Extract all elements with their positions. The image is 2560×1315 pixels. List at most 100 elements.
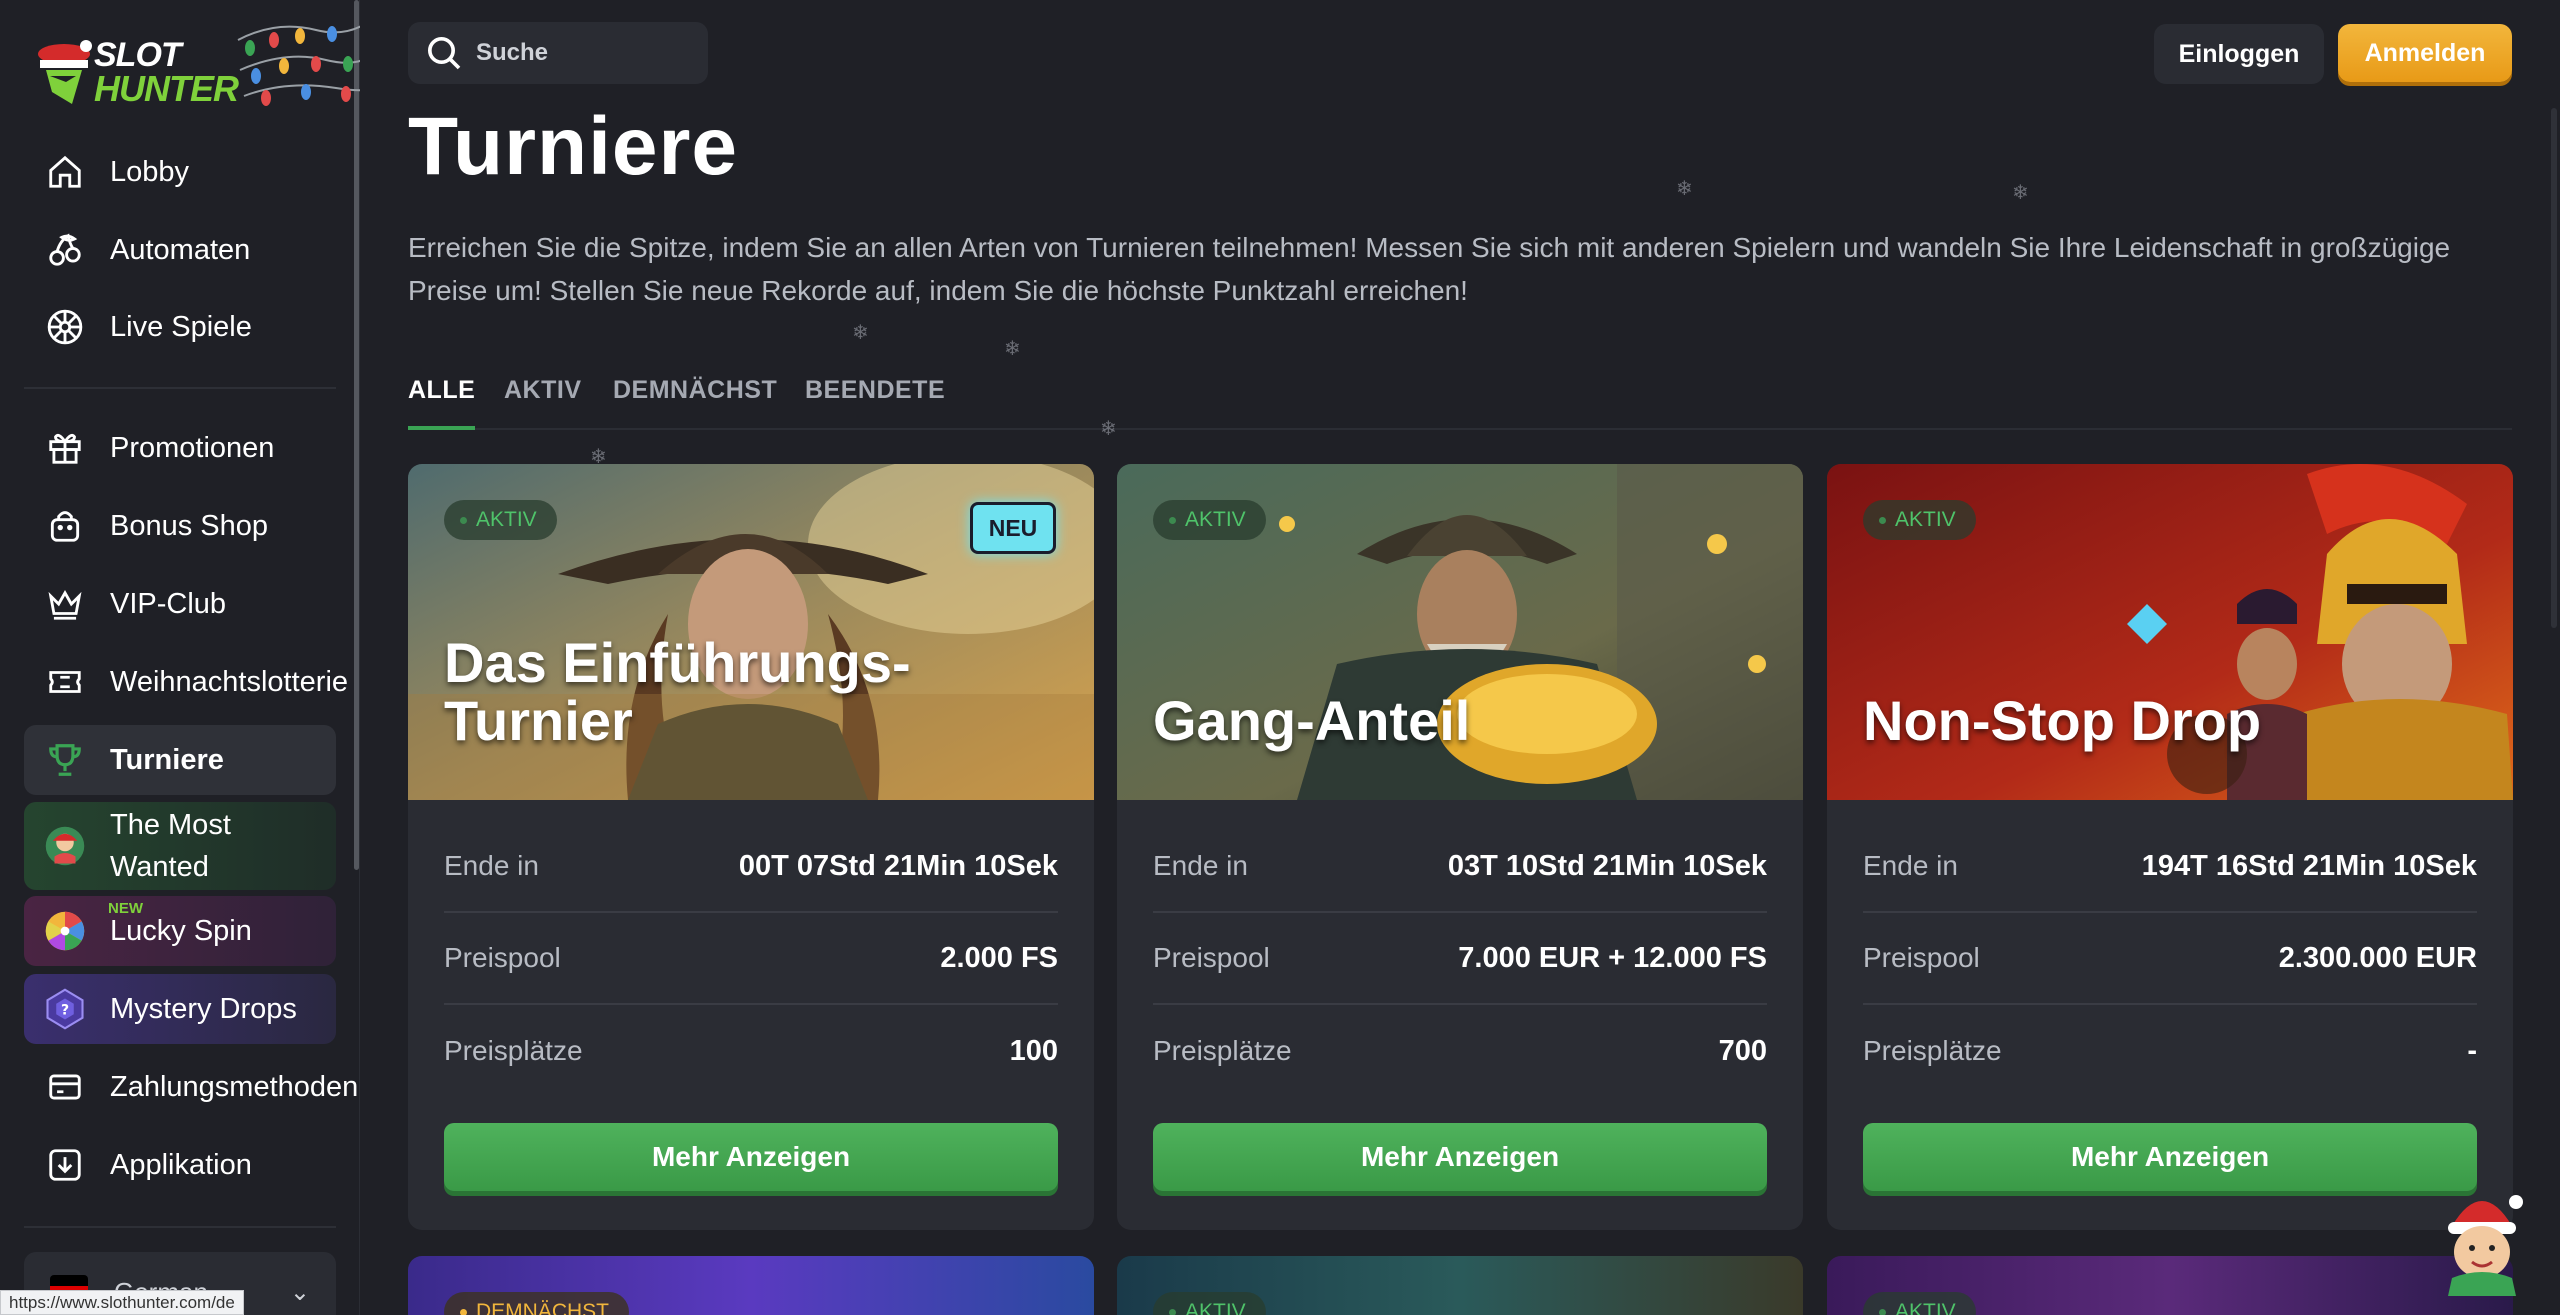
prize-places-label: Preisplätze: [444, 1035, 583, 1066]
sidebar-item-lobby[interactable]: Lobby: [24, 137, 336, 207]
end-label: Ende in: [1863, 850, 1958, 881]
tournament-card[interactable]: AKTIV NEU Das Einführungs-Turnier Ende i…: [408, 464, 1094, 1230]
prize-places-row: Preisplätze 700: [1153, 1005, 1767, 1097]
status-badge: AKTIV: [1153, 500, 1266, 540]
top-bar: Einloggen Anmelden: [360, 0, 2560, 108]
status-badge: AKTIV: [1863, 500, 1976, 540]
sidebar-item-mystery-drops[interactable]: ? Mystery Drops: [24, 974, 336, 1044]
sidebar-item-promotionen[interactable]: Promotionen: [24, 413, 336, 483]
prize-places-row: Preisplätze 100: [444, 1005, 1058, 1097]
sidebar-item-bonus-shop[interactable]: Bonus Shop: [24, 491, 336, 561]
register-button[interactable]: Anmelden: [2338, 24, 2512, 82]
tournament-end-row: Ende in 00T 07Std 21Min 10Sek: [444, 821, 1058, 913]
tab-demnaechst[interactable]: DEMNÄCHST: [613, 372, 777, 430]
sidebar-item-label: Zahlungsmethoden: [110, 1070, 359, 1103]
elf-support-icon: [2448, 1195, 2523, 1296]
gift-icon: [44, 427, 86, 469]
prize-pool-value: 7.000 EUR + 12.000 FS: [1458, 941, 1767, 974]
tournament-title: Non-Stop Drop: [1863, 689, 2262, 752]
main-scrollbar[interactable]: [2551, 108, 2557, 628]
tournament-card[interactable]: AKTIV Gang-Anteil Ende in 03T 10Std 21Mi…: [1117, 464, 1803, 1230]
sidebar-item-label: The Most Wanted: [110, 809, 231, 883]
app: SLOT HUNTER Lobby Automaten Live Spiele …: [0, 0, 2560, 1315]
sidebar-item-lucky-spin[interactable]: NEW Lucky Spin: [24, 896, 336, 966]
prize-places-value: 700: [1718, 1034, 1767, 1067]
show-more-button[interactable]: Mehr Anzeigen: [1863, 1123, 2477, 1191]
end-countdown: 03T 10Std 21Min 10Sek: [1447, 849, 1767, 882]
tournament-banner[interactable]: AKTIV Gang-Anteil: [1117, 464, 1803, 800]
sidebar-item-zahlungsmethoden[interactable]: Zahlungsmethoden: [24, 1052, 358, 1122]
snowflake-icon: ❄: [1004, 338, 1021, 360]
tournament-card[interactable]: AKTIV: [1827, 1256, 2513, 1315]
prize-pool-row: Preispool 2.000 FS: [444, 913, 1058, 1005]
sidebar-scrollbar[interactable]: [354, 0, 359, 870]
tournament-card[interactable]: DEMNÄCHST: [408, 1256, 1094, 1315]
chevron-down-icon: ⌄: [289, 1278, 310, 1306]
tab-aktiv[interactable]: AKTIV: [504, 372, 582, 430]
tab-alle[interactable]: ALLE: [408, 372, 476, 430]
prize-places-label: Preisplätze: [1863, 1035, 2002, 1066]
roulette-icon: [44, 306, 86, 348]
sidebar-item-label: Turniere: [110, 743, 224, 776]
card-icon: [44, 1066, 86, 1108]
sidebar-item-label: Promotionen: [110, 431, 275, 464]
sidebar-item-label: Live Spiele: [110, 310, 252, 343]
sidebar-item-turniere[interactable]: Turniere: [24, 725, 336, 795]
sidebar-item-label: Mystery Drops: [110, 992, 297, 1025]
sidebar-item-label: Lobby: [110, 155, 190, 188]
sidebar-item-label: Automaten: [110, 233, 251, 266]
tournament-card[interactable]: AKTIV Non-Stop Drop Ende in 194T 16Std 2…: [1827, 464, 2513, 1230]
wanted-avatar-icon: [44, 825, 86, 867]
prize-pool-label: Preispool: [1863, 942, 1980, 973]
status-badge: AKTIV: [1863, 1292, 1976, 1315]
sidebar-item-weihnachtslotterie[interactable]: Weihnachtslotterie: [24, 647, 348, 717]
status-badge: AKTIV: [1153, 1292, 1266, 1315]
prize-places-label: Preisplätze: [1153, 1035, 1292, 1066]
tournament-banner[interactable]: AKTIV Non-Stop Drop: [1827, 464, 2513, 800]
show-more-button[interactable]: Mehr Anzeigen: [444, 1123, 1058, 1191]
prize-pool-value: 2.000 FS: [940, 941, 1058, 974]
prize-places-value: -: [2467, 1034, 2477, 1067]
snowflake-icon: ❄: [2012, 182, 2029, 204]
status-badge: AKTIV: [444, 500, 557, 540]
prize-pool-label: Preispool: [444, 942, 561, 973]
sidebar-divider: [24, 387, 336, 389]
end-label: Ende in: [444, 850, 539, 881]
trophy-icon: [44, 739, 86, 781]
end-countdown: 194T 16Std 21Min 10Sek: [2141, 849, 2477, 882]
new-tag: NEW: [108, 900, 143, 917]
sidebar-item-label: Weihnachtslotterie: [110, 665, 349, 698]
sidebar: SLOT HUNTER Lobby Automaten Live Spiele …: [0, 0, 385, 1315]
end-countdown: 00T 07Std 21Min 10Sek: [738, 849, 1058, 882]
prize-pool-label: Preispool: [1153, 942, 1270, 973]
status-bar-url: https://www.slothunter.com/de: [0, 1290, 244, 1315]
svg-text:?: ?: [61, 1002, 69, 1018]
new-badge: NEU: [970, 502, 1056, 554]
tab-beendete[interactable]: BEENDETE: [805, 372, 945, 430]
sidebar-item-automaten[interactable]: Automaten: [24, 215, 336, 285]
sidebar-item-vip-club[interactable]: VIP-Club: [24, 569, 336, 639]
prize-pool-value: 2.300.000 EUR: [2278, 941, 2477, 974]
search-box[interactable]: [408, 22, 708, 84]
page-description: Erreichen Sie die Spitze, indem Sie an a…: [408, 232, 2451, 306]
tournament-card[interactable]: AKTIV: [1117, 1256, 1803, 1315]
login-button[interactable]: Einloggen: [2154, 24, 2324, 84]
sidebar-item-applikation[interactable]: Applikation: [24, 1130, 336, 1200]
sidebar-item-the-most-wanted[interactable]: The Most Wanted: [24, 802, 336, 890]
status-badge: DEMNÄCHST: [444, 1292, 630, 1315]
home-icon: [44, 151, 86, 193]
mystery-drop-icon: ?: [44, 988, 86, 1030]
prize-places-row: Preisplätze -: [1863, 1005, 2477, 1097]
snowflake-icon: ❄: [852, 322, 869, 344]
tournament-end-row: Ende in 03T 10Std 21Min 10Sek: [1153, 821, 1767, 913]
crown-icon: [44, 583, 86, 625]
show-more-button[interactable]: Mehr Anzeigen: [1153, 1123, 1767, 1191]
prize-pool-row: Preispool 2.300.000 EUR: [1863, 913, 2477, 1005]
tournament-banner[interactable]: AKTIV NEU Das Einführungs-Turnier: [408, 464, 1094, 800]
sidebar-item-label: VIP-Club: [110, 587, 227, 620]
support-chat-button[interactable]: [2432, 1186, 2532, 1296]
sidebar-item-live-spiele[interactable]: Live Spiele: [24, 292, 336, 362]
search-input[interactable]: [476, 39, 676, 67]
tournament-title: Gang-Anteil: [1153, 689, 1471, 752]
shopping-bag-icon: [44, 505, 86, 547]
